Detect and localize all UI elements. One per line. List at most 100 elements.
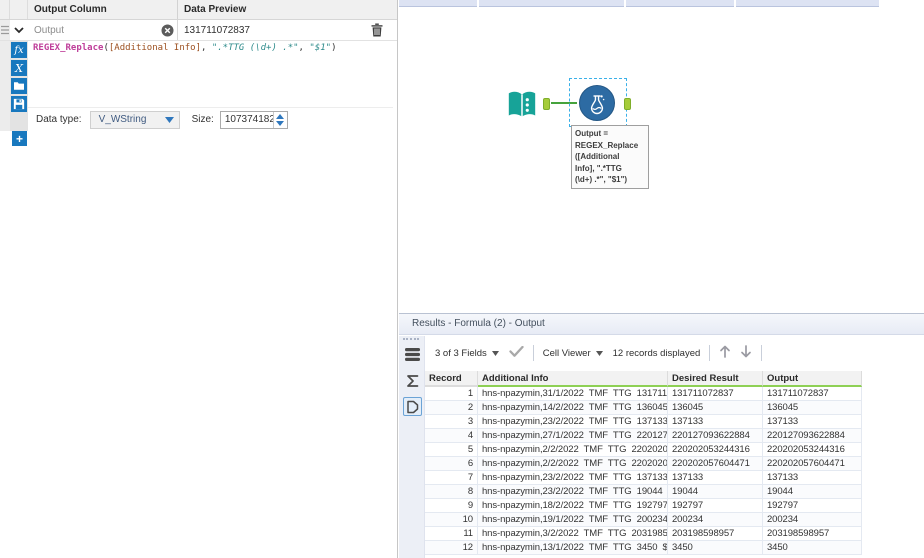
table-cell[interactable]: hns-npazymin,23/2/2022 TMF TTG 137133 $4… xyxy=(478,415,668,429)
table-cell[interactable]: 220202057604471 xyxy=(763,457,862,471)
table-row[interactable]: 11hns-npazymin,3/2/2022 TMF TTG 20319859… xyxy=(425,527,862,541)
d-shape-icon xyxy=(406,400,419,414)
expression-replacement: "$1" xyxy=(309,43,331,53)
scroll-up-button[interactable] xyxy=(719,345,731,361)
table-row[interactable]: 9hns-npazymin,18/2/2022 TMF TTG 192797 $… xyxy=(425,499,862,513)
output-column-name-input[interactable] xyxy=(28,25,156,36)
data-view-button[interactable] xyxy=(403,345,422,364)
folder-open-icon xyxy=(13,81,25,91)
table-row[interactable]: 7hns-npazymin,23/2/2022 TMF TTG 137133 $… xyxy=(425,471,862,485)
table-cell[interactable]: 5 xyxy=(425,443,478,457)
table-row[interactable]: 1hns-npazymin,31/1/2022 TMF TTG 13171107… xyxy=(425,387,862,401)
size-input[interactable] xyxy=(221,112,273,128)
table-cell[interactable]: 19044 xyxy=(763,485,862,499)
table-cell[interactable]: 3450 xyxy=(668,541,763,555)
table-row[interactable]: 4hns-npazymin,27/1/2022 TMF TTG 22012709… xyxy=(425,429,862,443)
column-header-record[interactable]: Record xyxy=(425,371,478,387)
table-cell[interactable]: 200234 xyxy=(668,513,763,527)
table-cell[interactable]: 12 xyxy=(425,541,478,555)
arrow-down-icon xyxy=(740,345,752,358)
table-cell[interactable]: 2 xyxy=(425,401,478,415)
table-cell[interactable]: 137133 xyxy=(763,415,862,429)
table-cell[interactable]: 8 xyxy=(425,485,478,499)
table-cell[interactable]: 3450 xyxy=(763,541,862,555)
fields-dropdown[interactable]: 3 of 3 Fields xyxy=(435,348,499,359)
cell-viewer-dropdown[interactable]: Cell Viewer xyxy=(543,348,603,359)
table-row[interactable]: 8hns-npazymin,23/2/2022 TMF TTG 19044 $6… xyxy=(425,485,862,499)
table-cell[interactable]: 220202053244316 xyxy=(668,443,763,457)
table-cell[interactable]: hns-npazymin,3/2/2022 TMF TTG 2031985989… xyxy=(478,527,668,541)
column-header-desired-result[interactable]: Desired Result xyxy=(668,371,763,387)
table-cell[interactable]: 1 xyxy=(425,387,478,401)
workflow-canvas[interactable]: Output = REGEX_Replace ([Additional Info… xyxy=(399,0,924,313)
metadata-view-button[interactable] xyxy=(403,371,422,390)
table-cell[interactable]: 19044 xyxy=(668,485,763,499)
table-row[interactable]: 12hns-npazymin,13/1/2022 TMF TTG 3450 $5… xyxy=(425,541,862,555)
table-cell[interactable]: 136045 xyxy=(668,401,763,415)
table-cell[interactable]: 220202057604471 xyxy=(668,457,763,471)
table-cell[interactable]: hns-npazymin,27/1/2022 TMF TTG 220127093… xyxy=(478,429,668,443)
table-cell[interactable]: hns-npazymin,13/1/2022 TMF TTG 3450 $50,… xyxy=(478,541,668,555)
table-row[interactable]: 2hns-npazymin,14/2/2022 TMF TTG 136045 $… xyxy=(425,401,862,415)
table-cell[interactable]: 220127093622884 xyxy=(763,429,862,443)
tool-annotation[interactable]: Output = REGEX_Replace ([Additional Info… xyxy=(571,125,649,189)
open-expression-button[interactable] xyxy=(11,78,27,94)
row-collapse-toggle[interactable] xyxy=(10,20,28,40)
table-cell[interactable]: 200234 xyxy=(763,513,862,527)
table-cell[interactable]: hns-npazymin,2/2/2022 TMF TTG 2202020532… xyxy=(478,443,668,457)
delete-expression-button[interactable] xyxy=(371,23,383,40)
table-cell[interactable]: 9 xyxy=(425,499,478,513)
table-cell[interactable]: hns-npazymin,19/1/2022 TMF TTG 200234 $6… xyxy=(478,513,668,527)
table-cell[interactable]: 220127093622884 xyxy=(668,429,763,443)
table-cell[interactable]: 203198598957 xyxy=(763,527,862,541)
table-cell[interactable]: 192797 xyxy=(763,499,862,513)
row-drag-handle[interactable] xyxy=(0,20,10,40)
table-cell[interactable]: 220202053244316 xyxy=(763,443,862,457)
table-cell[interactable]: hns-npazymin,31/1/2022 TMF TTG 131711072… xyxy=(478,387,668,401)
formula-tool[interactable] xyxy=(579,85,615,121)
table-cell[interactable]: hns-npazymin,2/2/2022 TMF TTG 2202020576… xyxy=(478,457,668,471)
save-expression-button[interactable] xyxy=(11,96,27,112)
scroll-down-button[interactable] xyxy=(740,345,752,361)
table-cell[interactable]: hns-npazymin,18/2/2022 TMF TTG 192797 $1… xyxy=(478,499,668,513)
expression-editor[interactable]: REGEX_Replace([Additional Info], ".*TTG … xyxy=(33,43,393,53)
floppy-save-icon xyxy=(13,98,25,110)
table-row[interactable]: 3hns-npazymin,23/2/2022 TMF TTG 137133 $… xyxy=(425,415,862,429)
data-type-value: V_WString xyxy=(99,114,147,125)
apply-check-button[interactable] xyxy=(509,346,524,360)
table-cell[interactable]: 203198598957 xyxy=(668,527,763,541)
table-cell[interactable]: 137133 xyxy=(763,471,862,485)
table-cell[interactable]: 137133 xyxy=(668,471,763,485)
table-cell[interactable]: 3 xyxy=(425,415,478,429)
table-cell[interactable]: hns-npazymin,14/2/2022 TMF TTG 136045 $4… xyxy=(478,401,668,415)
table-cell[interactable]: 137133 xyxy=(668,415,763,429)
table-cell[interactable]: 136045 xyxy=(763,401,862,415)
column-header-additional-info[interactable]: Additional Info xyxy=(478,371,668,387)
table-cell[interactable]: hns-npazymin,23/2/2022 TMF TTG 19044 $67… xyxy=(478,485,668,499)
input-output-anchor[interactable] xyxy=(543,98,550,110)
table-cell[interactable]: 7 xyxy=(425,471,478,485)
functions-button[interactable]: fx xyxy=(11,42,27,58)
clear-field-button[interactable] xyxy=(161,24,174,42)
strip-drag-handle[interactable] xyxy=(403,338,419,341)
data-type-select[interactable]: V_WString xyxy=(90,111,180,129)
variables-button[interactable]: X xyxy=(11,60,27,76)
input-data-tool[interactable] xyxy=(503,86,541,124)
column-header-output[interactable]: Output xyxy=(763,371,862,387)
table-cell[interactable]: 131711072837 xyxy=(763,387,862,401)
table-cell[interactable]: hns-npazymin,23/2/2022 TMF TTG 137133 $4… xyxy=(478,471,668,485)
table-cell[interactable]: 131711072837 xyxy=(668,387,763,401)
table-cell[interactable]: 4 xyxy=(425,429,478,443)
table-row[interactable]: 6hns-npazymin,2/2/2022 TMF TTG 220202057… xyxy=(425,457,862,471)
formula-output-anchor[interactable] xyxy=(624,98,631,110)
table-cell[interactable]: 6 xyxy=(425,457,478,471)
table-cell[interactable]: 192797 xyxy=(668,499,763,513)
table-row[interactable]: 10hns-npazymin,19/1/2022 TMF TTG 200234 … xyxy=(425,513,862,527)
table-cell[interactable]: 10 xyxy=(425,513,478,527)
size-spinner[interactable] xyxy=(273,112,287,128)
expression-field: [Additional Info] xyxy=(109,43,201,53)
add-column-button[interactable]: + xyxy=(12,131,27,146)
table-row[interactable]: 5hns-npazymin,2/2/2022 TMF TTG 220202053… xyxy=(425,443,862,457)
holistic-view-button[interactable] xyxy=(403,397,422,416)
table-cell[interactable]: 11 xyxy=(425,527,478,541)
